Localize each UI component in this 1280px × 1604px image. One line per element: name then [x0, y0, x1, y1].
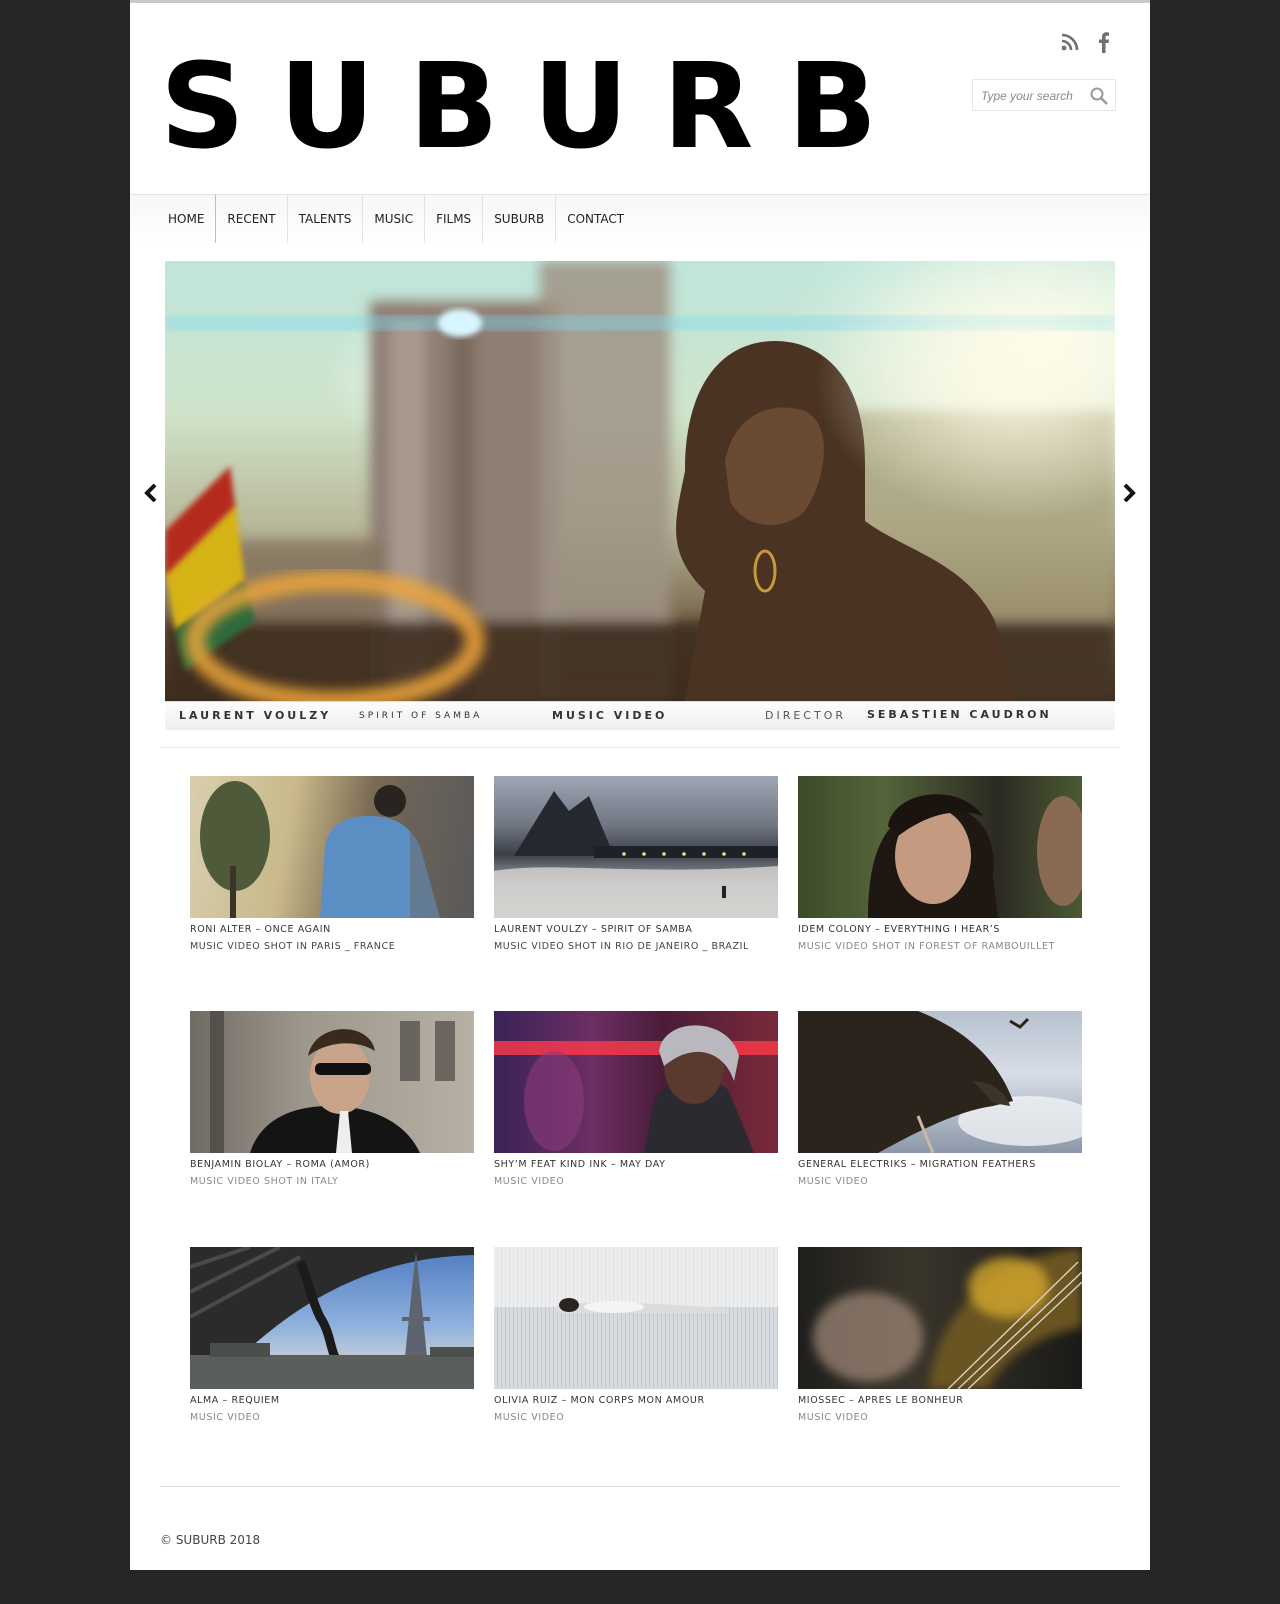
grid-item-title[interactable]: BENJAMIN BIOLAY – ROMA (AMOR) [190, 1159, 474, 1170]
slide-image[interactable] [165, 261, 1115, 701]
grid-thumbnail[interactable] [494, 776, 778, 918]
grid-thumbnail[interactable] [798, 1247, 1082, 1389]
grid-item-title[interactable]: LAURENT VOULZY – SPIRIT OF SAMBA [494, 924, 778, 935]
social-links [1060, 31, 1114, 53]
site-logo[interactable]: SUBURB [160, 41, 911, 171]
grid-item: LAURENT VOULZY – SPIRIT OF SAMBA MUSIC V… [494, 776, 778, 952]
grid-item-subtitle: MUSIC VIDEO SHOT IN RIO DE JANEIRO _ BRA… [494, 941, 749, 952]
grid-item-title[interactable]: RONI ALTER – ONCE AGAIN [190, 924, 474, 935]
grid-item-title[interactable]: OLIVIA RUIZ – MON CORPS MON AMOUR [494, 1395, 778, 1406]
grid-item-title[interactable]: IDEM COLONY – EVERYTHING I HEAR’S [798, 924, 1082, 935]
grid-thumbnail[interactable] [190, 1011, 474, 1153]
grid-thumbnail[interactable] [798, 1011, 1082, 1153]
grid-item-title[interactable]: SHY’M FEAT KIND INK – MAY DAY [494, 1159, 778, 1170]
grid-item: GENERAL ELECTRIKS – MIGRATION FEATHERS M… [798, 1011, 1082, 1187]
grid-item: OLIVIA RUIZ – MON CORPS MON AMOUR MUSIC … [494, 1247, 778, 1423]
thumbnail-art [494, 1025, 778, 1153]
thumbnail-art [190, 1247, 474, 1389]
thumbnail-art [210, 1011, 455, 1153]
slide-caption-bar: LAURENT VOULZY SPIRIT OF SAMBA MUSIC VID… [165, 701, 1115, 730]
featured-slider: LAURENT VOULZY SPIRIT OF SAMBA MUSIC VID… [165, 261, 1115, 730]
slide-director: SEBASTIEN CAUDRON [867, 708, 1052, 721]
arrow-right-icon [1123, 484, 1136, 502]
grid-item-subtitle: MUSIC VIDEO [798, 1176, 869, 1187]
thumbnail-art [868, 794, 1082, 918]
grid-item-subtitle: MUSIC VIDEO [190, 1412, 261, 1423]
nav-item-talents[interactable]: TALENTS [286, 195, 363, 243]
slide-artist: LAURENT VOULZY [179, 709, 332, 722]
slide-title: SPIRIT OF SAMBA [359, 711, 483, 721]
grid-thumbnail[interactable] [190, 776, 474, 918]
facebook-icon[interactable] [1094, 31, 1114, 53]
copyright: © SUBURB 2018 [160, 1533, 261, 1547]
thumbnail-art [494, 1247, 778, 1389]
grid-item: RONI ALTER – ONCE AGAIN MUSIC VIDEO SHOT… [190, 776, 474, 952]
grid-thumbnail[interactable] [190, 1247, 474, 1389]
grid-item: BENJAMIN BIOLAY – ROMA (AMOR) MUSIC VIDE… [190, 1011, 474, 1187]
grid-item: SHY’M FEAT KIND INK – MAY DAY MUSIC VIDE… [494, 1011, 778, 1187]
nav-item-suburb[interactable]: SUBURB [482, 195, 555, 243]
search-box [972, 79, 1116, 111]
slide-role: DIRECTOR [765, 709, 847, 722]
grid-item: MIOSSEC – APRES LE BONHEUR MUSIC VIDEO [798, 1247, 1082, 1423]
thumbnail-art [798, 1011, 1082, 1153]
grid-thumbnail[interactable] [798, 776, 1082, 918]
grid-item: IDEM COLONY – EVERYTHING I HEAR’S MUSIC … [798, 776, 1082, 952]
slide-type: MUSIC VIDEO [552, 709, 668, 722]
grid-item-subtitle: MUSIC VIDEO [798, 1412, 869, 1423]
nav-item-films[interactable]: FILMS [424, 195, 482, 243]
search-input[interactable] [979, 86, 1093, 106]
grid-item-subtitle: MUSIC VIDEO [494, 1412, 565, 1423]
grid-item-subtitle: MUSIC VIDEO SHOT IN FOREST OF RAMBOUILLE… [798, 941, 1055, 952]
grid-item-title[interactable]: MIOSSEC – APRES LE BONHEUR [798, 1395, 1082, 1406]
thumbnail-art [494, 791, 778, 918]
slider-next-button[interactable] [1116, 477, 1142, 509]
thumbnail-art [200, 776, 474, 918]
divider [160, 747, 1120, 748]
nav-item-music[interactable]: MUSIC [362, 195, 424, 243]
grid-thumbnail[interactable] [494, 1247, 778, 1389]
nav-item-home[interactable]: HOME [160, 195, 217, 243]
page-container: SUBURB HOME RECENT TALENTS MUSIC FILMS S… [130, 0, 1150, 1570]
slider-prev-button[interactable] [138, 477, 164, 509]
grid-item-title[interactable]: GENERAL ELECTRIKS – MIGRATION FEATHERS [798, 1159, 1082, 1170]
nav-item-contact[interactable]: CONTACT [555, 195, 635, 243]
arrow-left-icon [144, 484, 157, 502]
grid-item: ALMA – REQUIEM MUSIC VIDEO [190, 1247, 474, 1423]
footer-divider [160, 1486, 1120, 1487]
grid-item-subtitle: MUSIC VIDEO SHOT IN ITALY [190, 1176, 339, 1187]
grid-item-subtitle: MUSIC VIDEO SHOT IN PARIS _ FRANCE [190, 941, 396, 952]
nav-item-recent[interactable]: RECENT [216, 195, 286, 243]
grid-item-title[interactable]: ALMA – REQUIEM [190, 1395, 474, 1406]
thumbnail-art [813, 1247, 1082, 1389]
rss-icon[interactable] [1060, 31, 1080, 53]
search-icon[interactable] [1089, 86, 1109, 106]
grid-item-subtitle: MUSIC VIDEO [494, 1176, 565, 1187]
main-nav: HOME RECENT TALENTS MUSIC FILMS SUBURB C… [130, 194, 1150, 243]
grid-thumbnail[interactable] [494, 1011, 778, 1153]
slide-artwork [165, 261, 1115, 701]
